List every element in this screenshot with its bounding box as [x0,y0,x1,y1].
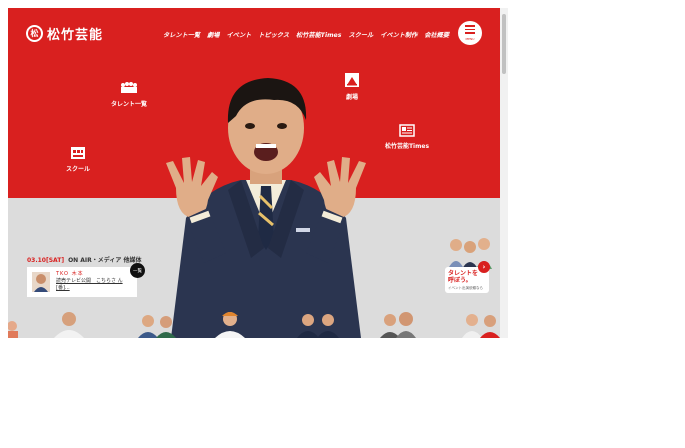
nav-event[interactable]: イベント [227,30,252,39]
quick-link-label: 松竹芸能Times [384,143,430,150]
quick-link-school[interactable]: スクール [60,146,96,173]
nav-event-production[interactable]: イベント制作 [380,30,417,39]
nav-talent[interactable]: タレント一覧 [163,30,200,39]
hero-talent-photo [166,78,366,338]
quick-link-label: スクール [65,166,90,173]
quick-link-label: タレント一覧 [110,101,147,108]
news-category: ON AIR・メディア 他媒体 [68,257,142,264]
menu-label: MENU [465,36,475,41]
news-title-link[interactable]: 読売テレビ公開 こちらさ ん[番]... [56,278,132,292]
nav-topics[interactable]: トピックス [258,30,289,39]
news-thumbnail [32,272,50,292]
nav-company[interactable]: 会社概要 [424,30,449,39]
talent-strip-photo[interactable] [294,312,344,338]
menu-button[interactable]: MENU [458,21,482,45]
nav-school[interactable]: スクール [348,30,373,39]
call-talent-title-line1: タレントを [448,270,479,277]
news-date-line: 03.10[SAT] ON AIR・メディア 他媒体 [27,255,141,264]
talent-group-icon [108,81,150,95]
hamburger-icon-line [465,32,475,34]
page-scrollbar[interactable] [500,8,508,338]
hamburger-icon-line [465,28,475,31]
nav-theater[interactable]: 劇場 [207,30,219,39]
nav-times[interactable]: 松竹芸能Times [296,30,341,39]
newspaper-icon [380,124,434,137]
news-org: TKO 木本 [56,271,84,277]
news-list-button[interactable]: 一覧 [130,263,145,278]
call-talent-title-line2: 呼ぼう。 [448,277,472,284]
talent-strip-photo[interactable] [212,310,248,338]
school-icon [60,146,96,160]
talent-strip [8,310,508,338]
talent-strip-photo[interactable] [8,314,22,338]
talent-strip-photo[interactable] [378,310,418,338]
news-card[interactable]: TKO 木本 読売テレビ公開 こちらさ ん[番]... [27,267,137,297]
call-talent-sub: イベント出演依頼なら [448,286,483,290]
news-date: 03.10[SAT] [27,257,65,264]
talent-strip-photo[interactable] [458,312,506,338]
scrollbar-thumb[interactable] [502,14,506,74]
call-talent-title: タレントを 呼ぼう。 [448,270,478,284]
talent-strip-photo[interactable] [136,312,180,338]
call-talent-illustration [448,238,492,269]
talent-strip-photo[interactable] [52,310,86,338]
chevron-right-icon[interactable]: › [478,261,490,273]
page-viewport: 松 松竹芸能 タレント一覧 劇場 イベント トピックス 松竹芸能Times スク… [8,8,508,338]
hamburger-icon-line [465,25,475,27]
quick-link-times[interactable]: 松竹芸能Times [380,124,434,150]
site-logo[interactable]: 松 松竹芸能 [26,24,103,43]
global-nav: タレント一覧 劇場 イベント トピックス 松竹芸能Times スクール イベント… [163,30,449,39]
quick-link-talent[interactable]: タレント一覧 [108,81,150,108]
logo-mark-icon: 松 [26,25,43,42]
logo-text: 松竹芸能 [47,28,104,43]
call-talent-widget[interactable]: タレントを 呼ぼう。 イベント出演依頼なら › [440,233,500,303]
